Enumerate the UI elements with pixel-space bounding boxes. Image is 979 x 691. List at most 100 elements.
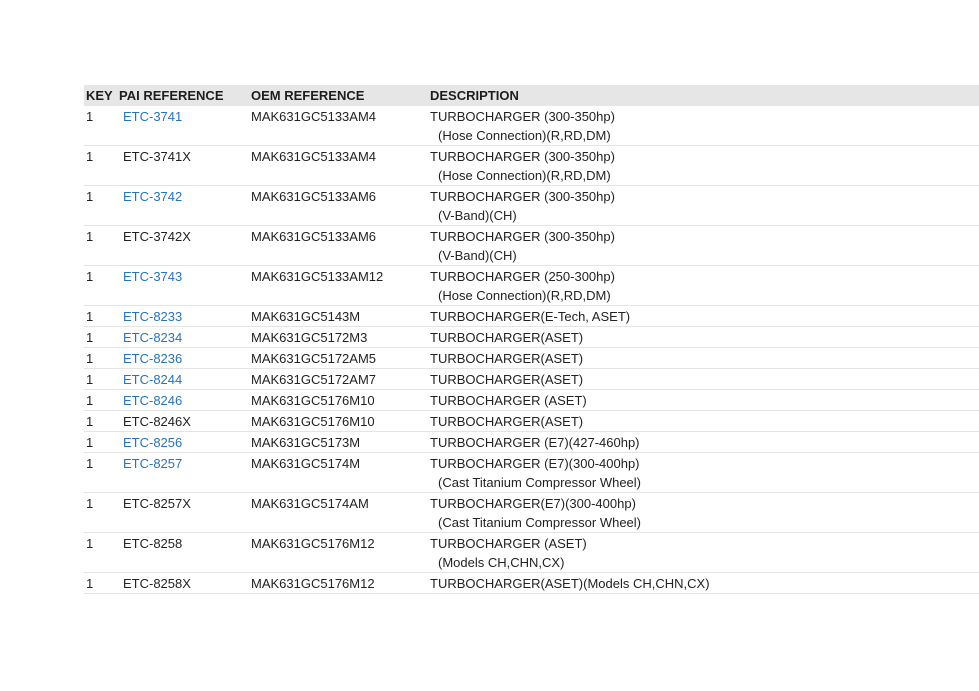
pai-reference-cell: ETC-8256 xyxy=(119,433,251,452)
pai-reference-text: ETC-3741X xyxy=(123,149,191,164)
pai-reference-cell: ETC-8258X xyxy=(119,574,251,593)
table-row: 1 ETC-3742X MAK631GC5133AM6 TURBOCHARGER (3… xyxy=(84,226,979,266)
description-line: TURBOCHARGER(ASET) xyxy=(430,351,584,366)
pai-reference-link[interactable]: ETC-3741 xyxy=(123,109,182,124)
description-line: TURBOCHARGER (300-350hp) xyxy=(430,189,615,204)
description-line: TURBOCHARGER (ASET) xyxy=(430,536,587,551)
description-cell: TURBOCHARGER(ASET) xyxy=(430,349,979,368)
key-cell: 1 xyxy=(86,456,94,471)
oem-reference-cell: MAK631GC5133AM4 xyxy=(251,149,377,164)
table-row: 1 ETC-3741 MAK631GC5133AM4 TURBOCHARGER (30… xyxy=(84,106,979,146)
oem-reference-cell: MAK631GC5133AM12 xyxy=(251,269,384,284)
oem-reference-cell: MAK631GC5176M12 xyxy=(251,576,375,591)
description-detail-line: (Cast Titanium Compressor Wheel) xyxy=(438,515,641,530)
description-detail-line: (Hose Connection)(R,RD,DM) xyxy=(438,128,611,143)
pai-reference-cell: ETC-3741X xyxy=(119,147,251,185)
table-body: 1 ETC-3741 MAK631GC5133AM4 TURBOCHARGER (30… xyxy=(84,106,979,594)
header-oem-reference: OEM REFERENCE xyxy=(251,88,365,103)
description-cell: TURBOCHARGER (E7)(300-400hp) (Cast Titani… xyxy=(430,454,979,492)
key-cell: 1 xyxy=(86,576,94,591)
key-cell: 1 xyxy=(86,229,94,244)
description-cell: TURBOCHARGER (300-350hp) (Hose Connection… xyxy=(430,147,979,185)
description-line: TURBOCHARGER (300-350hp) xyxy=(430,229,615,244)
description-line: TURBOCHARGER(ASET) xyxy=(430,372,584,387)
description-cell: TURBOCHARGER(E7)(300-400hp) (Cast Titaniu… xyxy=(430,494,979,532)
key-cell: 1 xyxy=(86,536,94,551)
pai-reference-cell: ETC-8234 xyxy=(119,328,251,347)
key-cell: 1 xyxy=(86,372,94,387)
description-cell: TURBOCHARGER(ASET) xyxy=(430,328,979,347)
table-header: KEY PAI REFERENCE OEM REFERENCE DESCRIPT… xyxy=(84,85,979,106)
table-row: 1 ETC-3743 MAK631GC5133AM12 TURBOCHARGER (2… xyxy=(84,266,979,306)
oem-reference-cell: MAK631GC5173M xyxy=(251,435,361,450)
pai-reference-link[interactable]: ETC-3742 xyxy=(123,189,182,204)
table-row: 1 ETC-8244 MAK631GC5172AM7 TURBOCHARGER(ASE… xyxy=(84,369,979,390)
pai-reference-link[interactable]: ETC-8233 xyxy=(123,309,182,324)
pai-reference-cell: ETC-3742X xyxy=(119,227,251,265)
description-detail-line: (Models CH,CHN,CX) xyxy=(438,555,565,570)
pai-reference-text: ETC-8257X xyxy=(123,496,191,511)
pai-reference-link[interactable]: ETC-8236 xyxy=(123,351,182,366)
description-line: TURBOCHARGER(ASET) xyxy=(430,414,584,429)
key-cell: 1 xyxy=(86,109,94,124)
oem-reference-cell: MAK631GC5174AM xyxy=(251,496,369,511)
pai-reference-cell: ETC-8244 xyxy=(119,370,251,389)
pai-reference-link[interactable]: ETC-8244 xyxy=(123,372,182,387)
pai-reference-cell: ETC-3742 xyxy=(119,187,251,225)
description-line: TURBOCHARGER (300-350hp) xyxy=(430,149,615,164)
description-line: TURBOCHARGER (300-350hp) xyxy=(430,109,615,124)
pai-reference-text: ETC-8258 xyxy=(123,536,183,551)
description-cell: TURBOCHARGER (ASET) (Models CH,CHN,CX) xyxy=(430,534,979,572)
pai-reference-text: ETC-8246X xyxy=(123,414,191,429)
table-row: 1 ETC-8256 MAK631GC5173M TURBOCHARGER (E7)(… xyxy=(84,432,979,453)
key-cell: 1 xyxy=(86,149,94,164)
pai-reference-link[interactable]: ETC-3743 xyxy=(123,269,182,284)
key-cell: 1 xyxy=(86,189,94,204)
header-pai-reference: PAI REFERENCE xyxy=(119,88,224,103)
pai-reference-cell: ETC-8257X xyxy=(119,494,251,532)
description-cell: TURBOCHARGER (300-350hp) (V-Band)(CH) xyxy=(430,187,979,225)
description-line: TURBOCHARGER(E7)(300-400hp) xyxy=(430,496,636,511)
description-line: TURBOCHARGER (E7)(300-400hp) xyxy=(430,456,640,471)
table-row: 1 ETC-8246 MAK631GC5176M10 TURBOCHARGER (AS… xyxy=(84,390,979,411)
oem-reference-cell: MAK631GC5133AM4 xyxy=(251,109,377,124)
pai-reference-cell: ETC-3743 xyxy=(119,267,251,305)
pai-reference-link[interactable]: ETC-8234 xyxy=(123,330,182,345)
pai-reference-text: ETC-3742X xyxy=(123,229,191,244)
description-cell: TURBOCHARGER(E-Tech, ASET) xyxy=(430,307,979,326)
parts-table: KEY PAI REFERENCE OEM REFERENCE DESCRIPT… xyxy=(84,85,979,594)
table-row: 1 ETC-8246X MAK631GC5176M10 TURBOCHARGER(AS… xyxy=(84,411,979,432)
description-cell: TURBOCHARGER (250-300hp) (Hose Connection… xyxy=(430,267,979,305)
key-cell: 1 xyxy=(86,309,94,324)
pai-reference-link[interactable]: ETC-8256 xyxy=(123,435,182,450)
oem-reference-cell: MAK631GC5176M12 xyxy=(251,536,375,551)
description-line: TURBOCHARGER (E7)(427-460hp) xyxy=(430,435,640,450)
key-cell: 1 xyxy=(86,496,94,511)
pai-reference-link[interactable]: ETC-8257 xyxy=(123,456,182,471)
pai-reference-cell: ETC-3741 xyxy=(119,107,251,145)
pai-reference-cell: ETC-8246X xyxy=(119,412,251,431)
pai-reference-cell: ETC-8233 xyxy=(119,307,251,326)
pai-reference-link[interactable]: ETC-8246 xyxy=(123,393,182,408)
pai-reference-cell: ETC-8236 xyxy=(119,349,251,368)
key-cell: 1 xyxy=(86,435,94,450)
table-row: 1 ETC-3741X MAK631GC5133AM4 TURBOCHARGER (3… xyxy=(84,146,979,186)
key-cell: 1 xyxy=(86,330,94,345)
header-description: DESCRIPTION xyxy=(430,88,519,103)
pai-reference-text: ETC-8258X xyxy=(123,576,191,591)
table-row: 1 ETC-8257X MAK631GC5174AM TURBOCHARGER(E7)… xyxy=(84,493,979,533)
description-detail-line: (Cast Titanium Compressor Wheel) xyxy=(438,475,641,490)
description-detail-line: (V-Band)(CH) xyxy=(438,248,517,263)
oem-reference-cell: MAK631GC5176M10 xyxy=(251,393,375,408)
oem-reference-cell: MAK631GC5176M10 xyxy=(251,414,375,429)
description-detail-line: (V-Band)(CH) xyxy=(438,208,517,223)
description-line: TURBOCHARGER (250-300hp) xyxy=(430,269,615,284)
key-cell: 1 xyxy=(86,269,94,284)
description-line: TURBOCHARGER (ASET) xyxy=(430,393,587,408)
description-cell: TURBOCHARGER (300-350hp) (Hose Connection… xyxy=(430,107,979,145)
description-line: TURBOCHARGER(ASET)(Models CH,CHN,CX) xyxy=(430,576,710,591)
header-key: KEY xyxy=(86,88,113,103)
table-row: 1 ETC-8234 MAK631GC5172M3 TURBOCHARGER(ASET… xyxy=(84,327,979,348)
description-detail-line: (Hose Connection)(R,RD,DM) xyxy=(438,168,611,183)
key-cell: 1 xyxy=(86,393,94,408)
